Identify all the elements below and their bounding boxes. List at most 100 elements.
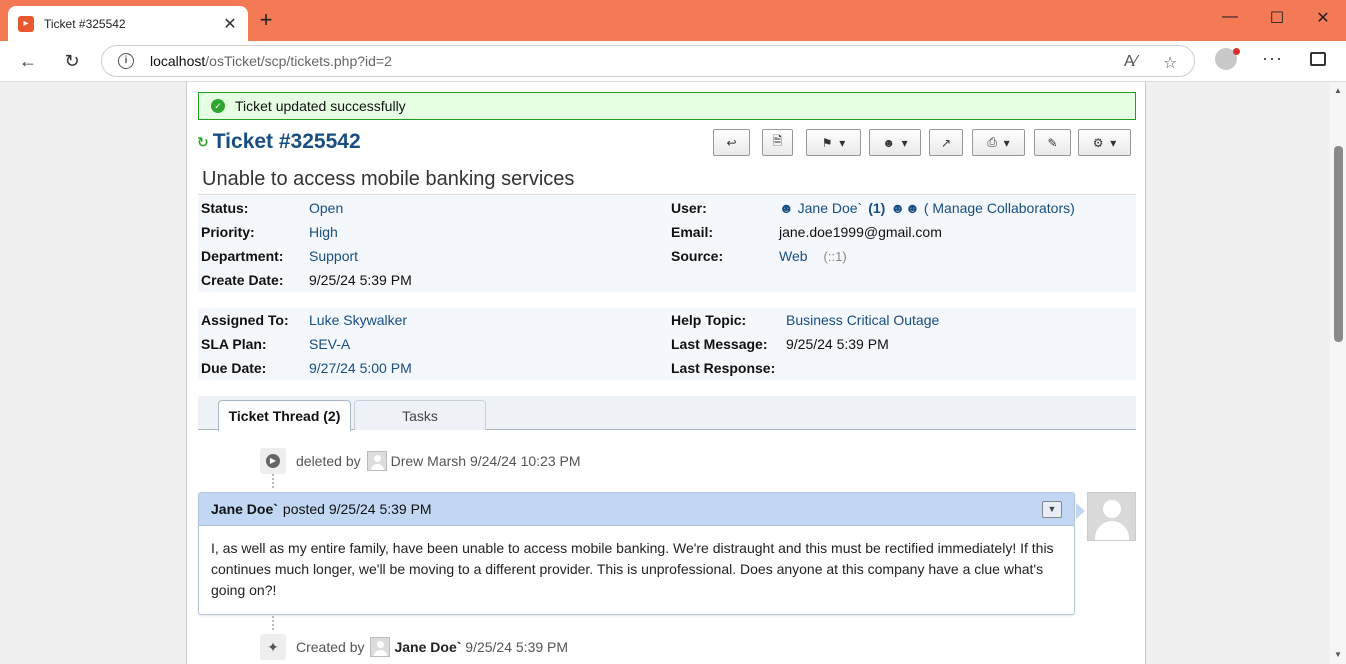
create-date-row: Create Date: 9/25/24 5:39 PM [201, 268, 412, 292]
divider [198, 194, 1136, 195]
share-icon: ↗ [940, 135, 952, 150]
back-icon[interactable]: ← [16, 50, 40, 74]
settings-menu-button[interactable]: ⚙ ▾ [1078, 129, 1131, 156]
last-message-row: Last Message: 9/25/24 5:39 PM [671, 332, 889, 356]
thread-message: Jane Doe` posted 9/25/24 5:39 PM ▼ I, as… [198, 492, 1085, 615]
magic-wand-icon: ✦ [267, 638, 279, 655]
url-field[interactable]: i localhost/osTicket/scp/tickets.php?id=… [101, 45, 1195, 77]
assignment-info-box: Assigned To: Luke Skywalker SLA Plan: SE… [198, 308, 1136, 380]
department-value[interactable]: Support [309, 248, 358, 264]
url-host: localhost [150, 53, 206, 69]
status-value[interactable]: Open [309, 200, 343, 216]
chevron-right-icon: ▶ [266, 454, 280, 468]
last-response-label: Last Response: [671, 360, 776, 376]
scroll-up-icon[interactable]: ▲ [1334, 86, 1342, 95]
source-row: Source: Web (::1) [671, 244, 847, 268]
ticket-subject: Unable to access mobile banking services [202, 168, 575, 190]
event-author: Jane Doe` [394, 639, 462, 655]
new-tab-icon[interactable]: + [255, 9, 277, 31]
status-label: Status: [201, 200, 249, 216]
message-header: Jane Doe` posted 9/25/24 5:39 PM ▼ [199, 493, 1074, 526]
last-message-label: Last Message: [671, 336, 768, 352]
assigned-to-label: Assigned To: [201, 312, 289, 328]
help-topic-row: Help Topic: Business Critical Outage [671, 308, 939, 332]
priority-value[interactable]: High [309, 224, 338, 240]
user-label: User: [671, 200, 707, 216]
created-event: ✦ Created by Jane Doe` 9/25/24 5:39 PM [260, 634, 568, 660]
scroll-down-icon[interactable]: ▼ [1334, 650, 1342, 659]
minimize-icon[interactable]: — [1218, 8, 1242, 26]
message-pointer [1076, 503, 1085, 519]
create-date-value: 9/25/24 5:39 PM [309, 272, 412, 288]
chevron-down-icon: ▾ [839, 135, 846, 150]
event-icon: ▶ [260, 448, 286, 474]
avatar [366, 451, 387, 471]
avatar [1087, 492, 1136, 541]
flag-menu-button[interactable]: ⚑ ▾ [806, 129, 861, 156]
assigned-to-value[interactable]: Luke Skywalker [309, 312, 407, 328]
document-icon: 🗎 [772, 134, 783, 148]
more-menu-icon[interactable]: ··· [1262, 48, 1283, 69]
create-date-label: Create Date: [201, 272, 284, 288]
collaborators-icon: ☻☻ [890, 200, 920, 216]
event-icon: ✦ [260, 634, 286, 660]
chevron-down-icon: ▾ [901, 135, 908, 150]
notification-dot [1233, 48, 1240, 55]
email-label: Email: [671, 224, 714, 240]
source-value[interactable]: Web [779, 248, 808, 264]
sidebar-toggle-icon[interactable] [1310, 52, 1326, 66]
assign-menu-button[interactable]: ☻ ▾ [869, 129, 921, 156]
transfer-button[interactable]: ↗ [929, 129, 963, 156]
close-tab-icon[interactable]: ✕ [222, 14, 238, 34]
reload-icon[interactable]: ↻ [60, 50, 84, 74]
site-info-icon[interactable]: i [118, 53, 134, 69]
url-path: /osTicket/scp/tickets.php?id=2 [205, 53, 392, 69]
email-value: jane.doe1999@gmail.com [779, 224, 942, 240]
message-author: Jane Doe` [211, 501, 278, 517]
scroll-thumb[interactable] [1334, 146, 1343, 342]
due-date-row: Due Date: 9/27/24 5:00 PM [201, 356, 412, 380]
gear-icon: ⚙ [1092, 135, 1104, 150]
message-options-icon[interactable]: ▼ [1042, 501, 1062, 518]
tab-ticket-thread[interactable]: Ticket Thread (2) [218, 400, 351, 431]
window-close-icon[interactable]: ✕ [1311, 8, 1335, 28]
user-icon: ☻ [882, 135, 895, 150]
last-response-row: Last Response: [671, 356, 786, 380]
favorite-star-icon[interactable]: ☆ [1163, 53, 1177, 73]
help-topic-value[interactable]: Business Critical Outage [786, 312, 939, 328]
post-note-button[interactable]: 🗎 [762, 129, 793, 156]
maximize-icon[interactable]: ☐ [1265, 8, 1289, 28]
ticket-info-box: Status: Open Priority: High Department: … [198, 196, 1136, 292]
message-posted: posted 9/25/24 5:39 PM [282, 501, 432, 517]
event-time: 9/24/24 10:23 PM [469, 453, 581, 469]
browser-tab[interactable]: ▸ Ticket #325542 ✕ [8, 6, 248, 41]
thread-connector [272, 474, 274, 488]
print-menu-button[interactable]: ⎙ ▾ [972, 129, 1025, 156]
reply-icon: ↩ [726, 135, 737, 150]
due-date-value[interactable]: 9/27/24 5:00 PM [309, 360, 412, 376]
user-row: User: ☻ Jane Doe` (1) ☻☻ ( Manage Collab… [671, 196, 1075, 220]
source-ip: (::1) [823, 248, 847, 264]
sla-plan-label: SLA Plan: [201, 336, 267, 352]
browser-tab-bar: ▸ Ticket #325542 ✕ + — ☐ ✕ [0, 0, 1346, 41]
chevron-down-icon: ▾ [1110, 135, 1117, 150]
manage-collaborators-link[interactable]: ( Manage Collaborators) [924, 200, 1075, 216]
email-row: Email: jane.doe1999@gmail.com [671, 220, 942, 244]
tab-tasks[interactable]: Tasks [354, 400, 486, 430]
edit-icon: ✎ [1047, 135, 1058, 150]
flag-icon: ⚑ [821, 135, 833, 150]
department-label: Department: [201, 248, 284, 264]
tab-title: Ticket #325542 [44, 16, 126, 31]
sla-plan-value[interactable]: SEV-A [309, 336, 350, 352]
collaborator-count: (1) [868, 200, 886, 216]
user-icon: ☻ [779, 200, 798, 216]
notice-text: Ticket updated successfully [235, 98, 406, 114]
ticket-page: ✓ Ticket updated successfully ↻ Ticket #… [186, 82, 1146, 664]
print-icon: ⎙ [987, 135, 997, 149]
read-aloud-icon[interactable]: A⁄ [1124, 53, 1137, 71]
edit-button[interactable]: ✎ [1034, 129, 1071, 156]
user-name-link[interactable]: Jane Doe` [798, 200, 863, 216]
favicon-icon: ▸ [18, 15, 34, 32]
success-notice: ✓ Ticket updated successfully [198, 92, 1136, 120]
reply-button[interactable]: ↩ [713, 129, 750, 156]
